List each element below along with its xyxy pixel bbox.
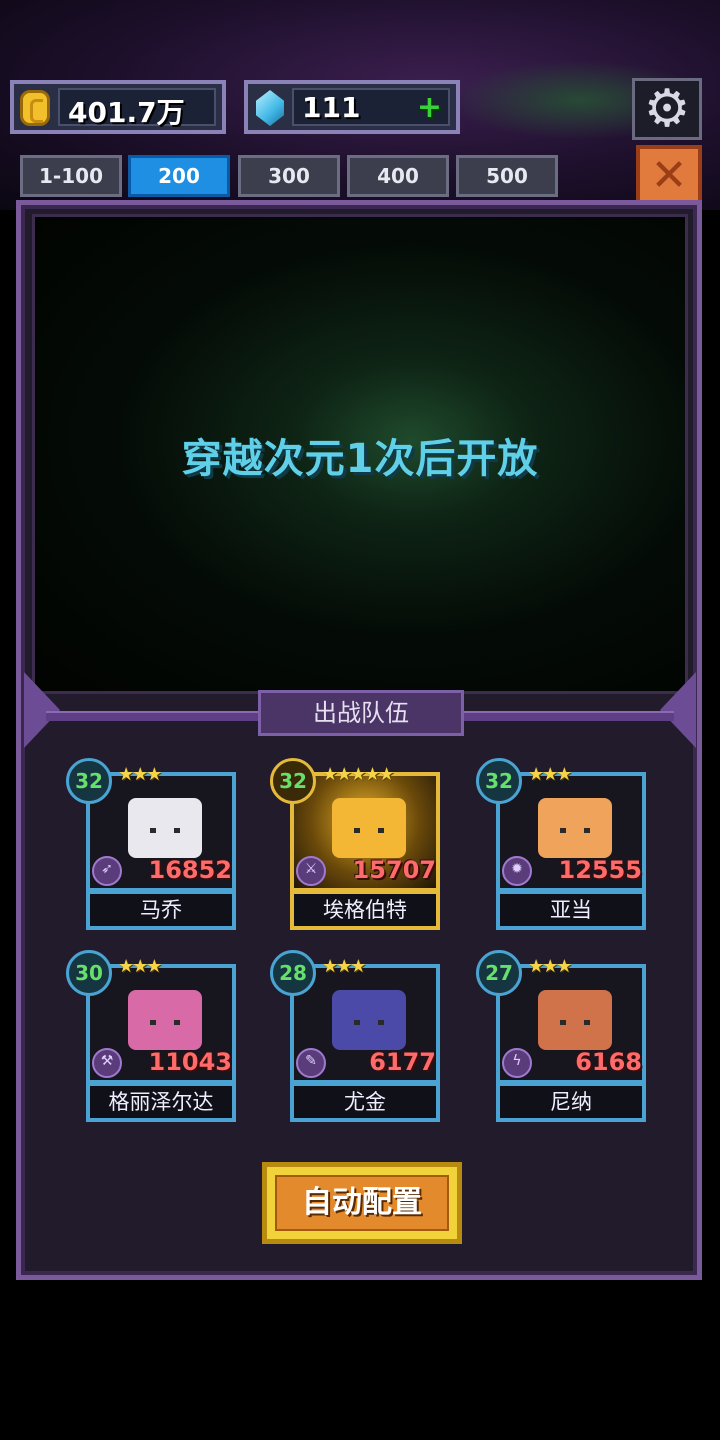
add-gems-button[interactable]: +	[417, 90, 442, 125]
tab-1-100[interactable]: 1-100	[20, 155, 122, 197]
tab-300[interactable]: 300	[238, 155, 340, 197]
hero-name: 亚当	[496, 890, 646, 930]
hero-name: 埃格伯特	[290, 890, 440, 930]
settings-button[interactable]: ⚙	[632, 78, 702, 140]
tab-500[interactable]: 500	[456, 155, 558, 197]
hero-card[interactable]: ✎ 6177 28 ★★★ 尤金	[270, 950, 440, 1124]
hero-avatar	[128, 798, 202, 858]
tab-200[interactable]: 200	[128, 155, 230, 197]
hero-stars: ★★★	[322, 956, 366, 977]
hero-level: 27	[476, 950, 522, 996]
axe-icon: ⚒	[92, 1048, 122, 1078]
gold-counter: 401.7万	[10, 80, 226, 134]
hero-name: 尼纳	[496, 1082, 646, 1122]
hero-stars: ★★★	[118, 764, 162, 785]
hero-level: 30	[66, 950, 112, 996]
gem-value: 111	[302, 91, 361, 124]
hero-card[interactable]: ⚒ 11043 30 ★★★ 格丽泽尔达	[66, 950, 236, 1124]
tab-400[interactable]: 400	[347, 155, 449, 197]
close-button[interactable]: ✕	[636, 145, 702, 207]
feather-icon: ✎	[296, 1048, 326, 1078]
hero-level: 28	[270, 950, 316, 996]
hero-level: 32	[66, 758, 112, 804]
hero-level: 32	[270, 758, 316, 804]
gem-icon	[256, 90, 284, 126]
hero-avatar	[538, 798, 612, 858]
hero-name: 格丽泽尔达	[86, 1082, 236, 1122]
auto-configure-label: 自动配置	[275, 1175, 449, 1231]
hero-power: 15707	[352, 856, 437, 884]
gem-counter: 111 +	[244, 80, 460, 134]
hero-card[interactable]: ⚔ 15707 32 ★★★★★ 埃格伯特	[270, 758, 440, 932]
close-icon: ✕	[650, 150, 688, 201]
hero-stars: ★★★	[118, 956, 162, 977]
hero-avatar	[332, 990, 406, 1050]
hero-level: 32	[476, 758, 522, 804]
hero-avatar	[332, 798, 406, 858]
gold-value: 401.7万	[68, 96, 185, 129]
auto-configure-button[interactable]: 自动配置	[262, 1162, 462, 1244]
locked-message: 穿越次元1次后开放	[181, 436, 539, 482]
hero-power: 11043	[148, 1048, 233, 1076]
hero-avatar	[538, 990, 612, 1050]
hero-power: 6177	[369, 1048, 436, 1076]
hero-card[interactable]: ➶ 16852 32 ★★★ 马乔	[66, 758, 236, 932]
hero-name: 尤金	[290, 1082, 440, 1122]
fire-orb-icon: ✹	[502, 856, 532, 886]
bow-icon: ➶	[92, 856, 122, 886]
lightning-icon: ϟ	[502, 1048, 532, 1078]
hero-stars: ★★★	[528, 956, 572, 977]
coin-icon	[20, 90, 50, 126]
hero-power: 16852	[148, 856, 233, 884]
crossed-swords-icon: ⚔	[296, 856, 326, 886]
hero-card[interactable]: ✹ 12555 32 ★★★ 亚当	[476, 758, 646, 932]
team-title: 出战队伍	[258, 690, 464, 736]
hero-power: 12555	[558, 856, 643, 884]
hero-avatar	[128, 990, 202, 1050]
hero-stars: ★★★★★	[322, 764, 395, 785]
hero-stars: ★★★	[528, 764, 572, 785]
hero-card[interactable]: ϟ 6168 27 ★★★ 尼纳	[476, 950, 646, 1124]
hero-power: 6168	[575, 1048, 642, 1076]
gear-icon: ⚙	[643, 79, 691, 139]
hero-name: 马乔	[86, 890, 236, 930]
